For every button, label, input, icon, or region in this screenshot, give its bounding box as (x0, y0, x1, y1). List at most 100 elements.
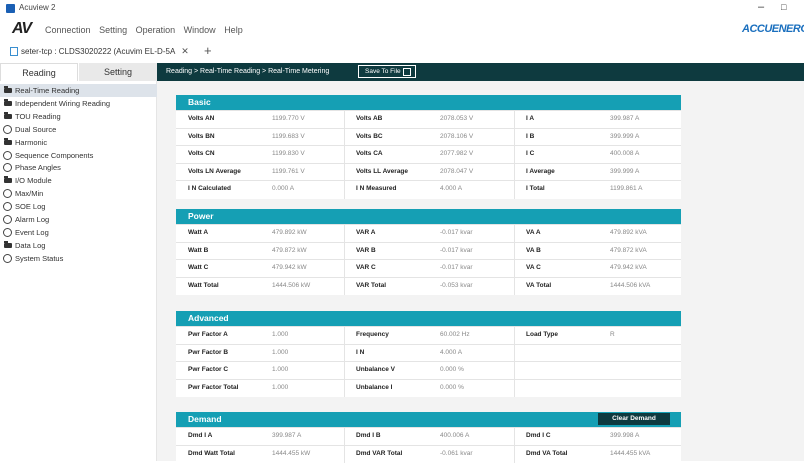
metric-value: 2078.106 V (440, 132, 474, 140)
sidebar-item-label: Max/Min (15, 189, 44, 199)
metric-label: Pwr Factor C (188, 366, 229, 374)
menu-setting[interactable]: Setting (99, 25, 127, 35)
metric-value: -0.017 kvar (440, 229, 473, 236)
metric-value: 1199.683 V (272, 132, 305, 140)
advanced-panel: Advanced Pwr Factor A 1.000 Frequency 60.002… (176, 311, 681, 398)
sidebar-item[interactable]: Sequence Components (0, 149, 157, 162)
metric-label: Volts LL Average (356, 167, 409, 175)
table-row: Pwr Factor B 1.000 I N 4.000 A (176, 343, 681, 362)
maximize-button[interactable]: □ (781, 2, 786, 12)
tab-setting[interactable]: Setting (79, 63, 157, 81)
panel-grid: Dmd I A 399.987 A Dmd I B 400.006 A Dmd I C 3… (176, 427, 681, 463)
metric-value: -0.017 kvar (440, 264, 473, 272)
sidebar-item[interactable]: TOU Reading (0, 110, 157, 123)
save-icon (403, 68, 411, 76)
metric-label: Dmd VAR Total (356, 449, 403, 457)
close-tab-icon[interactable]: ✕ (181, 46, 189, 56)
metric-label: Volts BN (188, 132, 215, 140)
sidebar-item[interactable]: Phase Angles (0, 161, 157, 174)
metric-value: 0.000 % (440, 383, 464, 391)
metric-value: 399.987 A (272, 432, 302, 439)
document-tab[interactable]: seter-tcp : CLDS3020222 (Acuvim EL-D-5A ✕ (21, 46, 189, 57)
breadcrumb: Reading > Real-Time Reading > Real-Time … (166, 68, 330, 75)
menu-connection[interactable]: Connection (45, 25, 91, 35)
brand-logo: ACCUENERGY (742, 23, 804, 35)
side-tabs: Reading Setting (0, 63, 157, 81)
clear-demand-button[interactable]: Clear Demand (598, 413, 670, 425)
circle-icon (3, 215, 12, 224)
sidebar-item[interactable]: Dual Source (0, 123, 157, 136)
sidebar-item[interactable]: Harmonic (0, 136, 157, 149)
sidebar-item[interactable]: I/O Module (0, 174, 157, 187)
save-to-file-button[interactable]: Save To File (358, 65, 416, 78)
metric-value: 1199.830 V (272, 150, 305, 158)
metric-value: 399.999 A (610, 132, 640, 140)
table-row: Volts BN 1199.683 V Volts BC 2078.106 V I B 3… (176, 127, 681, 146)
circle-icon (3, 150, 12, 160)
sidebar-item[interactable]: Event Log (0, 226, 157, 239)
metric-value: -0.053 kvar (440, 281, 473, 289)
table-row: Watt A 479.892 kW VAR A -0.017 kvar VA A 479.… (176, 224, 681, 242)
metric-label: Watt Total (188, 281, 219, 289)
metric-value: 479.872 kW (272, 246, 307, 254)
metric-label: Pwr Factor B (188, 348, 229, 356)
metric-label: Dmd Watt Total (188, 449, 235, 457)
metric-label: Unbalance I (356, 383, 393, 391)
minimize-button[interactable]: – (758, 1, 764, 13)
metric-value: 1.000 (272, 383, 289, 391)
metric-label: Volts AB (356, 115, 383, 122)
circle-icon (3, 202, 12, 212)
metric-label: Frequency (356, 331, 389, 338)
sidebar-item[interactable]: Independent Wiring Reading (0, 97, 157, 110)
metric-label: Volts CN (188, 150, 215, 158)
tab-reading[interactable]: Reading (0, 63, 78, 81)
add-tab-button[interactable]: + (204, 43, 212, 58)
table-row: Volts CN 1199.830 V Volts CA 2077.982 V I C 4… (176, 145, 681, 163)
metric-label: VA C (526, 264, 541, 272)
metric-value: 479.892 kW (272, 229, 307, 236)
metric-label: Watt C (188, 264, 209, 272)
panel-grid: Volts AN 1199.770 V Volts AB 2078.053 V I A 3… (176, 110, 681, 199)
sidebar-item[interactable]: Max/Min (0, 187, 157, 200)
metric-value: R (610, 331, 615, 338)
metric-value: -0.017 kvar (440, 246, 473, 254)
menu-operation[interactable]: Operation (136, 25, 176, 35)
sidebar-item[interactable]: System Status (0, 252, 157, 265)
metric-label: Dmd I B (356, 432, 381, 439)
metric-label: Pwr Factor Total (188, 383, 239, 391)
metric-label: VA A (526, 229, 541, 236)
metric-label: I Total (526, 185, 545, 193)
metric-label: Pwr Factor A (188, 331, 228, 338)
sidebar-item[interactable]: Real-Time Reading (0, 84, 157, 97)
metric-label: Dmd I A (188, 432, 213, 439)
metric-value: 399.987 A (610, 115, 640, 122)
table-row: Volts LN Average 1199.761 V Volts LL Avera… (176, 162, 681, 181)
metric-label: I N Calculated (188, 185, 231, 193)
sidebar: Real-Time Reading Independent Wiring Read… (0, 81, 157, 461)
circle-icon (3, 227, 12, 237)
metric-label: Volts AN (188, 115, 215, 122)
table-row: I N Calculated 0.000 A I N Measured 4.000 A… (176, 180, 681, 198)
sidebar-item-label: TOU Reading (15, 111, 61, 121)
table-row: Dmd Watt Total 1444.455 kW Dmd VAR Total -0… (176, 444, 681, 463)
metric-value: 1444.455 kW (272, 449, 311, 457)
table-row: Pwr Factor C 1.000 Unbalance V 0.000 % (176, 361, 681, 379)
table-row: Pwr Factor Total 1.000 Unbalance I 0.000 % (176, 378, 681, 397)
title-bar: Acuview 2 – □ (0, 0, 804, 18)
metric-label: I N (356, 348, 365, 356)
metric-label: Volts LN Average (188, 167, 241, 175)
sidebar-item-label: Alarm Log (15, 215, 50, 224)
metric-value: -0.061 kvar (440, 449, 473, 457)
document-icon (10, 47, 18, 56)
circle-icon (3, 124, 12, 134)
sidebar-item[interactable]: SOE Log (0, 200, 157, 213)
metric-value: 479.872 kVA (610, 246, 647, 254)
sidebar-item[interactable]: Alarm Log (0, 213, 157, 226)
metric-value: 400.006 A (440, 432, 470, 439)
metric-label: VAR Total (356, 281, 387, 289)
menu-help[interactable]: Help (224, 25, 243, 35)
sidebar-item[interactable]: Data Log (0, 239, 157, 252)
menu-window[interactable]: Window (184, 25, 216, 35)
folder-icon (4, 86, 12, 93)
basic-panel: Basic Volts AN 1199.770 V Volts AB 2078.053 … (176, 95, 681, 199)
